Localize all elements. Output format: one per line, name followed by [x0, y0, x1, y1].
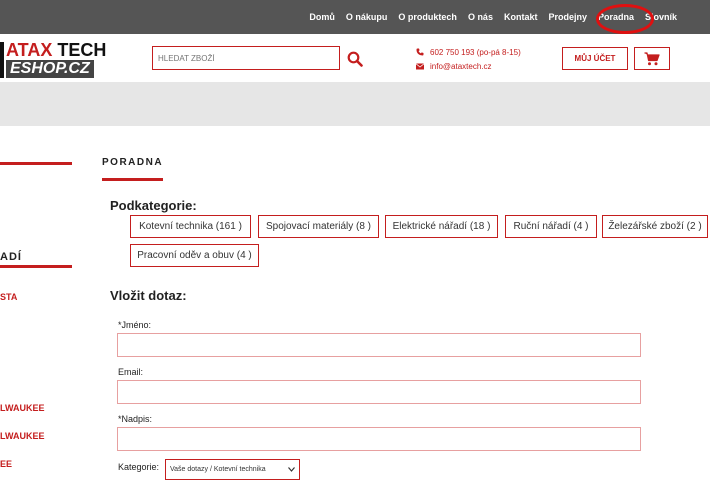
nav-o-nakupu[interactable]: O nákupu — [346, 12, 388, 22]
category-select[interactable]: Vaše dotazy / Kotevní technika — [165, 459, 300, 480]
logo-text-top: ATAX TECH — [6, 40, 106, 61]
sidebar-item-2[interactable]: LWAUKEE — [0, 403, 45, 413]
nav-domu[interactable]: Domů — [309, 12, 335, 22]
contact-phone[interactable]: 602 750 193 (po-pá 8-15) — [416, 45, 521, 59]
phone-icon — [416, 48, 424, 56]
logo-word-tech: TECH — [57, 40, 107, 60]
page-title: PORADNA — [102, 157, 164, 168]
name-field[interactable] — [117, 333, 641, 357]
banner-area — [0, 82, 710, 126]
search-input[interactable] — [152, 46, 340, 70]
nav-kontakt[interactable]: Kontakt — [504, 12, 538, 22]
logo-word-atax: ATAX — [6, 40, 53, 60]
nav-o-produktech[interactable]: O produktech — [398, 12, 457, 22]
name-label: *Jméno: — [118, 320, 152, 330]
subject-field[interactable] — [117, 427, 641, 451]
sidebar-item-4[interactable]: EE — [0, 459, 12, 469]
title-underline — [102, 178, 163, 181]
email-text: info@ataxtech.cz — [430, 61, 492, 71]
site-logo[interactable]: ATAX TECH ESHOP.CZ — [0, 40, 130, 80]
chevron-down-icon — [288, 467, 295, 472]
logo-text-bottom: ESHOP.CZ — [6, 60, 94, 78]
nav-o-nas[interactable]: O nás — [468, 12, 493, 22]
subcategory-rucni-naradi[interactable]: Ruční nářadí (4 ) — [505, 215, 597, 238]
sidebar-divider-top — [0, 162, 72, 165]
sidebar-item-3[interactable]: LWAUKEE — [0, 431, 45, 441]
contact-email[interactable]: info@ataxtech.cz — [416, 59, 521, 73]
email-label: Email: — [118, 367, 144, 377]
logo-bar — [0, 42, 4, 78]
subcategory-elektricke-naradi[interactable]: Elektrické nářadí (18 ) — [385, 215, 498, 238]
nav-prodejny[interactable]: Prodejny — [548, 12, 587, 22]
highlight-annotation — [596, 4, 654, 34]
category-selected-value: Vaše dotazy / Kotevní technika — [170, 466, 266, 473]
subcategory-spojovaci-materialy[interactable]: Spojovací materiály (8 ) — [258, 215, 379, 238]
phone-text: 602 750 193 (po-pá 8-15) — [430, 47, 521, 57]
search-icon[interactable] — [347, 51, 363, 67]
my-account-button[interactable]: MŮJ ÚČET — [562, 47, 628, 70]
subcategory-zelezarske-zbozi[interactable]: Železářské zboží (2 ) — [602, 215, 708, 238]
contact-info: 602 750 193 (po-pá 8-15) info@ataxtech.c… — [416, 45, 521, 73]
subject-label: *Nadpis: — [118, 414, 153, 424]
ask-question-heading: Vložit dotaz: — [110, 288, 187, 303]
sidebar-divider — [0, 265, 72, 268]
sidebar-item-1[interactable]: STA — [0, 292, 17, 302]
cart-button[interactable] — [634, 47, 670, 70]
category-label: Kategorie: — [118, 462, 160, 472]
cart-icon — [644, 51, 660, 65]
sidebar-heading: ADÍ — [0, 251, 22, 263]
subcategory-pracovni-odev[interactable]: Pracovní oděv a obuv (4 ) — [130, 244, 259, 267]
email-field[interactable] — [117, 380, 641, 404]
subcategory-heading: Podkategorie: — [110, 198, 197, 213]
envelope-icon — [416, 62, 424, 69]
subcategory-kotevni-technika[interactable]: Kotevní technika (161 ) — [130, 215, 251, 238]
